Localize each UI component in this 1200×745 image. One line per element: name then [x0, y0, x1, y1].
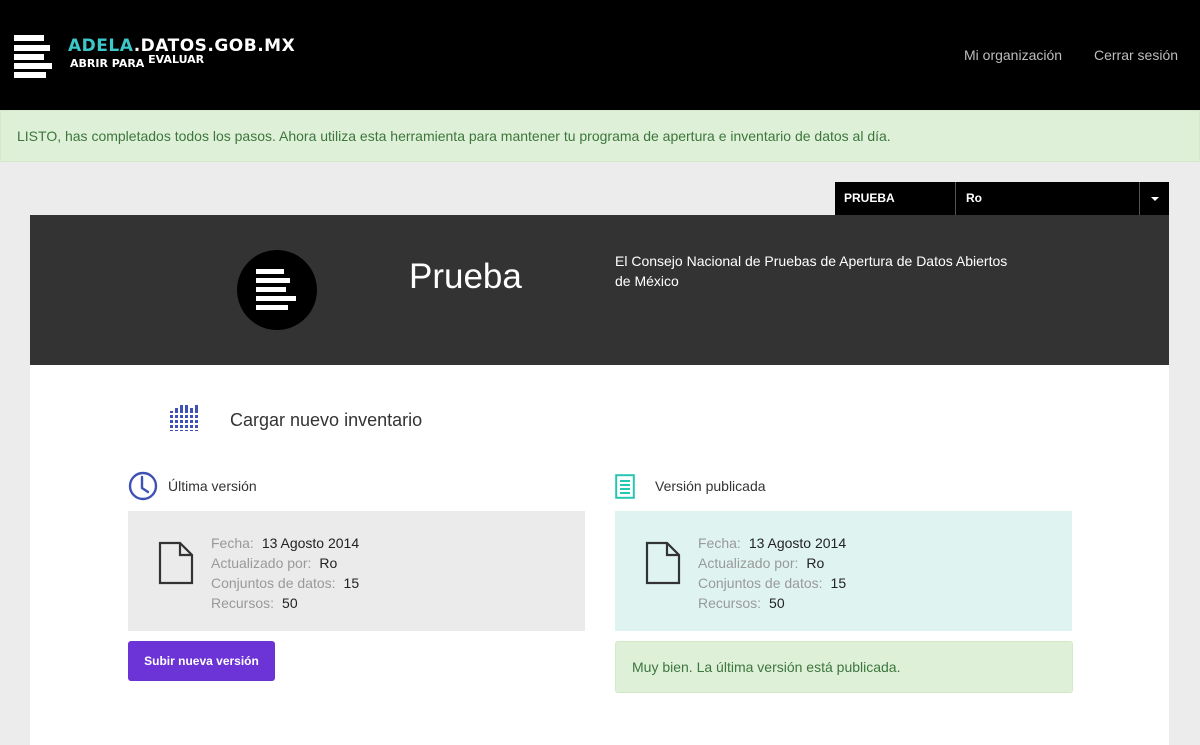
file-outline-icon — [158, 541, 194, 585]
published-version-meta: Fecha: 13 Agosto 2014 Actualizado por: Ro … — [698, 533, 846, 613]
published-version-heading: Versión publicada — [655, 478, 766, 494]
nav-mi-organizacion[interactable]: Mi organización — [964, 47, 1062, 63]
brand-tagline: ABRIR PARA EVALUAR — [70, 53, 204, 70]
nav-cerrar-sesion[interactable]: Cerrar sesión — [1094, 47, 1178, 63]
fecha-value: 13 Agosto 2014 — [748, 535, 847, 551]
published-version-card: Fecha: 13 Agosto 2014 Actualizado por: Ro … — [615, 511, 1072, 631]
success-banner: LISTO, has completados todos los pasos. … — [0, 110, 1200, 162]
latest-version-heading: Última versión — [168, 478, 257, 494]
resources-label: Recursos: — [211, 595, 275, 611]
datasets-value: 15 — [830, 575, 847, 591]
file-outline-icon — [645, 541, 681, 585]
fecha-label: Fecha: — [698, 535, 741, 551]
updated-by-label: Actualizado por: — [211, 555, 312, 571]
fecha-value: 13 Agosto 2014 — [261, 535, 360, 551]
updated-by-value: Ro — [319, 555, 338, 571]
organization-description: El Consejo Nacional de Pruebas de Apertu… — [615, 253, 1008, 289]
top-header: ADELA.DATOS.GOB.MX ABRIR PARA EVALUAR Mi… — [0, 0, 1200, 110]
latest-version-card: Fecha: 13 Agosto 2014 Actualizado por: Ro … — [128, 511, 585, 631]
upload-new-version-button[interactable]: Subir nueva versión — [128, 641, 275, 681]
grid-inventory-icon[interactable] — [170, 405, 200, 433]
inventory-panel: Cargar nuevo inventario Última versión F… — [30, 365, 1169, 745]
published-status-alert: Muy bien. La última versión está publica… — [615, 641, 1073, 693]
document-lines-icon — [615, 474, 635, 499]
updated-by-value: Ro — [806, 555, 825, 571]
organization-hero: Prueba El Consejo Nacional de Pruebas de… — [30, 215, 1169, 365]
datasets-label: Conjuntos de datos: — [698, 575, 823, 591]
tagline-part-2: EVALUAR — [148, 53, 205, 66]
org-user-selector: PRUEBA Ro — [835, 182, 1169, 215]
fecha-label: Fecha: — [211, 535, 254, 551]
resources-label: Recursos: — [698, 595, 762, 611]
datasets-value: 15 — [343, 575, 360, 591]
resources-value: 50 — [769, 595, 785, 611]
selector-organization: PRUEBA — [835, 182, 956, 215]
organization-avatar — [237, 250, 317, 330]
organization-name: Prueba — [409, 257, 522, 296]
clock-icon — [128, 471, 158, 501]
caret-down-icon[interactable] — [1139, 182, 1169, 215]
latest-version-meta: Fecha: 13 Agosto 2014 Actualizado por: Ro … — [211, 533, 359, 613]
resources-value: 50 — [282, 595, 298, 611]
updated-by-label: Actualizado por: — [698, 555, 799, 571]
brand-accent: ADELA — [68, 36, 134, 56]
tagline-part-1: ABRIR PARA — [70, 57, 145, 70]
stacked-bars-logo-icon[interactable] — [14, 35, 52, 79]
datasets-label: Conjuntos de datos: — [211, 575, 336, 591]
selector-user[interactable]: Ro — [957, 182, 1139, 215]
upload-inventory-link[interactable]: Cargar nuevo inventario — [230, 410, 422, 431]
